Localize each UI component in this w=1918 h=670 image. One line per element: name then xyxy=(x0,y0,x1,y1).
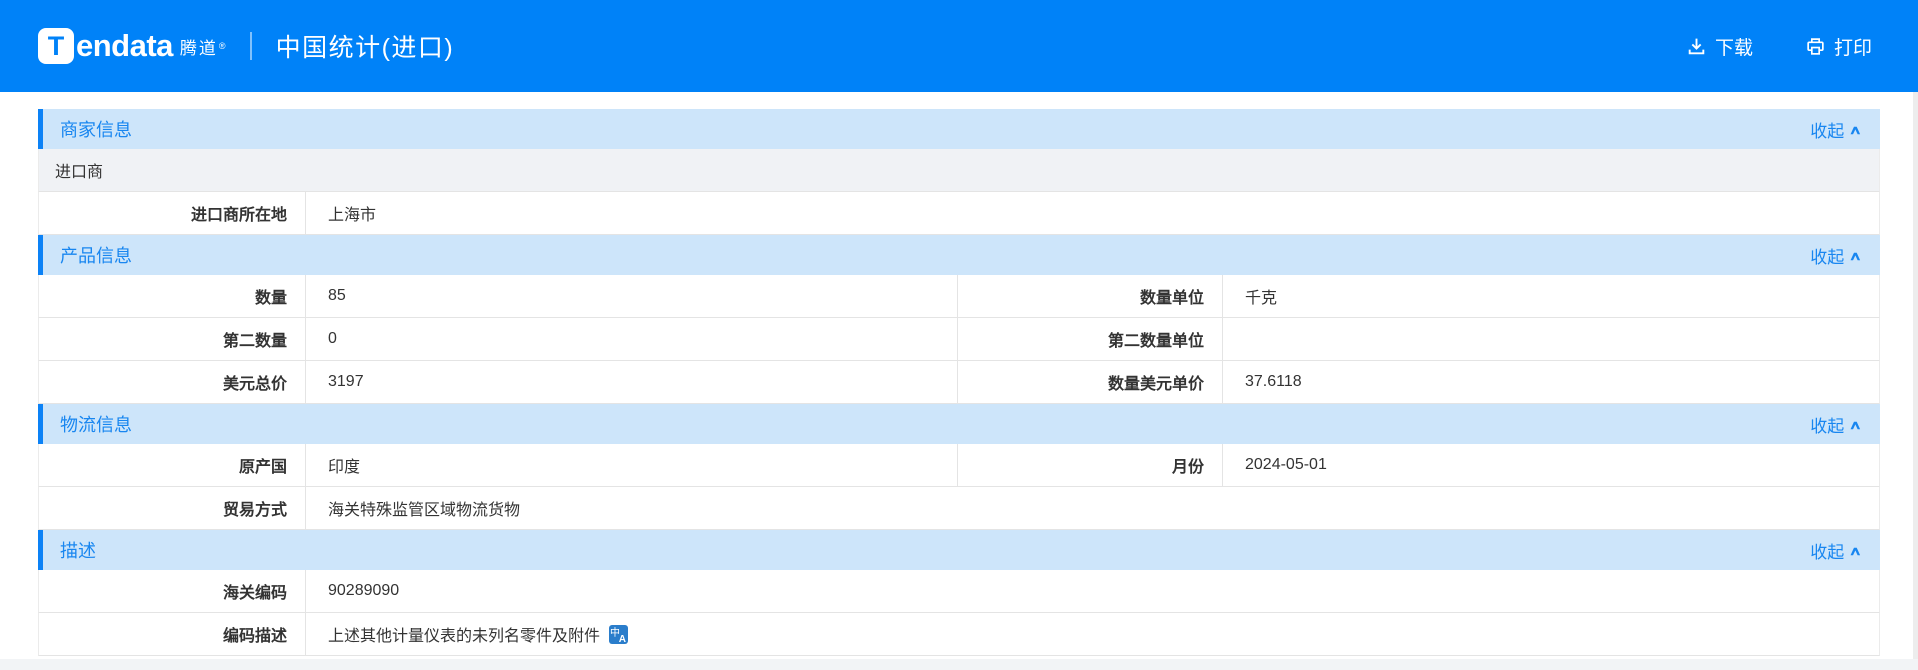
scrollbar-track[interactable] xyxy=(1913,92,1918,670)
chevron-up-icon: ∧ xyxy=(1849,544,1863,558)
row-text: 进口商 xyxy=(55,164,104,181)
table-row: 第二数量 0 第二数量单位 xyxy=(38,318,1880,361)
field-label: 编码描述 xyxy=(39,613,306,655)
translate-icon[interactable]: 中A xyxy=(609,624,629,645)
table-row: 贸易方式 海关特殊监管区域物流货物 xyxy=(38,487,1880,530)
section-title: 商家信息 xyxy=(60,120,132,140)
collapse-label: 收起 xyxy=(1810,247,1845,267)
collapse-label: 收起 xyxy=(1810,121,1845,141)
print-label: 打印 xyxy=(1833,37,1872,59)
field-value: 37.6118 xyxy=(1245,373,1302,390)
tendata-logo-icon: T xyxy=(38,28,74,64)
field-label: 海关编码 xyxy=(39,570,306,612)
top-bar: T endata 腾道 ® 中国统计(进口) 下载 打印 xyxy=(0,0,1918,92)
field-label: 数量单位 xyxy=(958,275,1223,317)
table-row: 原产国 印度 月份 2024-05-01 xyxy=(38,444,1880,487)
chevron-up-icon: ∧ xyxy=(1849,249,1863,263)
field-label: 数量美元单价 xyxy=(958,361,1223,403)
section-header: 产品信息 收起 ∧ xyxy=(38,235,1880,275)
print-button[interactable]: 打印 xyxy=(1805,33,1872,60)
field-label: 美元总价 xyxy=(39,361,306,403)
section-title: 物流信息 xyxy=(60,415,132,435)
field-value: 千克 xyxy=(1245,290,1278,307)
bottom-strip xyxy=(0,659,1918,670)
field-value: 海关特殊监管区域物流货物 xyxy=(328,502,521,519)
download-icon xyxy=(1686,36,1707,57)
section-header: 描述 收起 ∧ xyxy=(38,530,1880,570)
section-title: 描述 xyxy=(60,541,96,561)
brand-name: endata xyxy=(76,28,173,63)
table-row: 海关编码 90289090 xyxy=(38,570,1880,613)
collapse-link[interactable]: 收起 ∧ xyxy=(1810,117,1863,142)
field-value: 上述其他计量仪表的未列名零件及附件中 A xyxy=(306,613,1879,655)
section-title: 产品信息 xyxy=(60,246,132,266)
field-label: 第二数量单位 xyxy=(958,318,1223,360)
field-label: 第二数量 xyxy=(39,318,306,360)
field-label: 月份 xyxy=(958,444,1223,486)
field-value: 0 xyxy=(306,318,958,360)
section-header: 商家信息 收起 ∧ xyxy=(38,109,1880,149)
table-row: 数量 85 数量单位 千克 xyxy=(38,275,1880,318)
brand-name-cn: 腾道 xyxy=(179,38,218,58)
field-label: 贸易方式 xyxy=(39,487,306,529)
chevron-up-icon: ∧ xyxy=(1849,418,1863,432)
collapse-link[interactable]: 收起 ∧ xyxy=(1810,538,1863,563)
collapse-link[interactable]: 收起 ∧ xyxy=(1810,412,1863,437)
table-row: 美元总价 3197 数量美元单价 37.6118 xyxy=(38,361,1880,404)
collapse-label: 收起 xyxy=(1810,542,1845,562)
table-row: 编码描述 上述其他计量仪表的未列名零件及附件中 A xyxy=(38,613,1880,656)
download-label: 下载 xyxy=(1714,37,1753,59)
field-value: 上海市 xyxy=(328,207,377,224)
download-button[interactable]: 下载 xyxy=(1686,33,1753,60)
field-value: 3197 xyxy=(306,361,958,403)
tendata-logo: T endata 腾道 ® xyxy=(38,28,226,64)
table-row: 进口商 xyxy=(38,149,1880,192)
title-divider xyxy=(249,32,252,60)
page-title: 中国统计(进口) xyxy=(275,34,455,62)
field-label: 原产国 xyxy=(39,444,306,486)
print-icon xyxy=(1805,36,1826,57)
field-value xyxy=(1223,318,1879,360)
content: 商家信息 收起 ∧ 进口商 进口商所在地 上海市 产品信息 收起 ∧ 数量 85 数量单位 千克 第二数量… xyxy=(38,109,1880,656)
field-value: 印度 xyxy=(306,444,958,486)
section-header: 物流信息 收起 ∧ xyxy=(38,404,1880,444)
field-value: 90289090 xyxy=(328,582,400,599)
translate-icon-a-glyph: A xyxy=(618,633,627,645)
table-row: 进口商所在地 上海市 xyxy=(38,192,1880,235)
collapse-label: 收起 xyxy=(1810,416,1845,436)
header-actions: 下载 打印 xyxy=(1686,33,1872,60)
field-value: 2024-05-01 xyxy=(1245,456,1327,473)
field-value: 85 xyxy=(306,275,958,317)
collapse-link[interactable]: 收起 ∧ xyxy=(1810,243,1863,268)
chevron-up-icon: ∧ xyxy=(1849,123,1863,137)
field-label: 进口商所在地 xyxy=(39,192,306,234)
registered-mark: ® xyxy=(218,41,226,51)
field-label: 数量 xyxy=(39,275,306,317)
